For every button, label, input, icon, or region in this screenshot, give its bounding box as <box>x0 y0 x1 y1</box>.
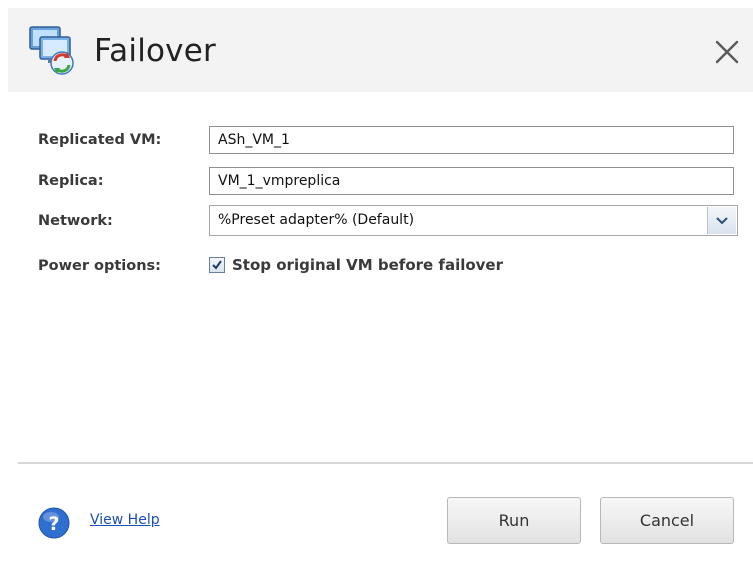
network-select-value: %Preset adapter% (Default) <box>218 212 415 228</box>
replica-row: Replica: <box>38 167 104 195</box>
stop-vm-checkbox-label[interactable]: Stop original VM before failover <box>232 256 503 274</box>
svg-text:?: ? <box>48 513 59 535</box>
close-button[interactable] <box>709 34 745 70</box>
checkmark-icon <box>212 260 222 270</box>
run-button[interactable]: Run <box>447 497 581 544</box>
help-icon[interactable]: ? <box>38 507 70 539</box>
close-icon <box>715 40 739 64</box>
vm-failover-icon <box>26 21 82 77</box>
network-select[interactable]: %Preset adapter% (Default) <box>209 205 738 236</box>
network-row: Network: <box>38 207 113 235</box>
replicated-vm-label: Replicated VM: <box>38 132 162 148</box>
stop-vm-checkbox-row[interactable]: Stop original VM before failover <box>209 256 503 274</box>
replicated-vm-row: Replicated VM: <box>38 126 161 154</box>
stop-vm-checkbox[interactable] <box>209 257 225 273</box>
network-label: Network: <box>38 213 113 229</box>
replica-input[interactable] <box>209 167 734 195</box>
view-help-link[interactable]: View Help <box>90 512 160 528</box>
chevron-down-icon[interactable] <box>707 207 736 234</box>
cancel-button[interactable]: Cancel <box>600 497 734 544</box>
footer-divider <box>18 462 753 464</box>
power-options-label: Power options: <box>38 258 161 274</box>
dialog-title: Failover <box>94 33 216 69</box>
replica-label: Replica: <box>38 173 104 189</box>
dialog-title-bar: Failover <box>8 8 753 92</box>
replicated-vm-input[interactable] <box>209 126 734 154</box>
power-options-row: Power options: <box>38 252 161 280</box>
